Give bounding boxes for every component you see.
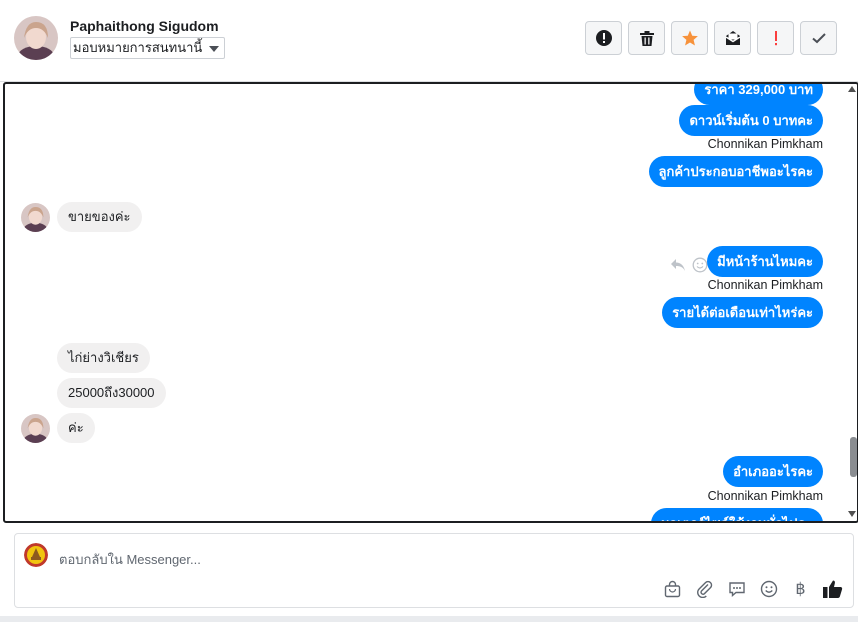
thumbs-up-icon xyxy=(823,580,843,598)
shopping-bag-button[interactable] xyxy=(662,578,683,599)
message-bubble-outgoing[interactable]: ลูกค้าประกอบอาชีพอะไรคะ xyxy=(648,156,823,187)
star-button[interactable] xyxy=(671,21,708,55)
contact-avatar[interactable] xyxy=(14,16,58,60)
mark-unread-button[interactable] xyxy=(714,21,751,55)
sender-name: Chonnikan Pimkham xyxy=(707,137,823,151)
assign-label: มอบหมายการสนทนานี้ xyxy=(73,40,203,55)
inbox-conversation-view: Paphaithong Sigudom มอบหมายการสนทนานี้ ร… xyxy=(0,0,858,622)
emoji-reaction-icon[interactable] xyxy=(692,257,708,273)
saved-replies-button[interactable] xyxy=(726,578,747,599)
message-bubble-incoming[interactable]: ไก่ย่างวิเชียร xyxy=(57,343,150,373)
shopping-bag-icon xyxy=(664,580,681,597)
chat-bubble-icon xyxy=(728,581,745,597)
reply-composer[interactable]: ตอบกลับใน Messenger... ฿ xyxy=(14,533,854,608)
conversation-actions xyxy=(585,21,837,55)
smiley-icon xyxy=(760,580,777,597)
like-button[interactable] xyxy=(822,578,843,599)
scroll-up-arrow-icon[interactable] xyxy=(848,86,856,92)
message-hover-actions xyxy=(670,257,708,273)
exclamation-icon xyxy=(774,31,777,46)
scroll-down-arrow-icon[interactable] xyxy=(848,511,856,517)
emoji-button[interactable] xyxy=(758,578,779,599)
assign-conversation-dropdown[interactable]: มอบหมายการสนทนานี้ xyxy=(70,37,226,59)
message-bubble-incoming[interactable]: ค่ะ xyxy=(57,413,95,443)
check-icon xyxy=(811,33,826,44)
message-bubble-incoming[interactable]: ขายของค่ะ xyxy=(57,202,142,232)
follow-up-button[interactable] xyxy=(757,21,794,55)
page-avatar xyxy=(24,543,48,567)
thread-scrollbar[interactable] xyxy=(845,84,857,521)
message-bubble-outgoing[interactable]: ราคา 329,000 บาท xyxy=(694,84,823,105)
trash-icon xyxy=(639,30,654,46)
message-thread[interactable]: ราคา 329,000 บาท ดาวน์เริ่มต้น 0 บาทคะ C… xyxy=(3,82,858,523)
star-icon xyxy=(681,30,698,46)
sender-name: Chonnikan Pimkham xyxy=(707,278,823,292)
reply-input[interactable]: ตอบกลับใน Messenger... xyxy=(59,549,201,570)
message-bubble-outgoing[interactable]: มอเตอร์ไซค์ใช้งานทั่วไปคะ xyxy=(650,508,823,521)
paperclip-icon xyxy=(696,580,712,598)
contact-avatar-small xyxy=(21,203,50,232)
reply-icon[interactable] xyxy=(670,258,686,272)
baht-icon: ฿ xyxy=(795,579,806,598)
message-bubble-outgoing[interactable]: อำเภออะไรคะ xyxy=(723,456,823,487)
scrollbar-thumb[interactable] xyxy=(850,437,857,477)
message-bubble-outgoing[interactable]: รายได้ต่อเดือนเท่าไหร่คะ xyxy=(662,297,823,328)
contact-avatar-small xyxy=(21,414,50,443)
page-bottom-border xyxy=(0,616,858,622)
contact-name[interactable]: Paphaithong Sigudom xyxy=(70,18,219,34)
caret-down-icon xyxy=(209,46,220,52)
sender-name: Chonnikan Pimkham xyxy=(707,489,823,503)
message-bubble-incoming[interactable]: 25000ถึง30000 xyxy=(57,378,166,408)
message-bubble-outgoing[interactable]: ดาวน์เริ่มต้น 0 บาทคะ xyxy=(679,105,823,136)
alert-circle-icon xyxy=(595,30,612,46)
spam-button[interactable] xyxy=(585,21,622,55)
message-bubble-outgoing[interactable]: มีหน้าร้านไหมคะ xyxy=(707,246,823,277)
payment-button[interactable]: ฿ xyxy=(790,578,811,599)
conversation-header: Paphaithong Sigudom มอบหมายการสนทนานี้ xyxy=(0,0,858,82)
done-button[interactable] xyxy=(800,21,837,55)
delete-button[interactable] xyxy=(628,21,665,55)
attach-file-button[interactable] xyxy=(694,578,715,599)
composer-toolbar: ฿ xyxy=(662,578,843,599)
envelope-icon xyxy=(725,31,740,45)
